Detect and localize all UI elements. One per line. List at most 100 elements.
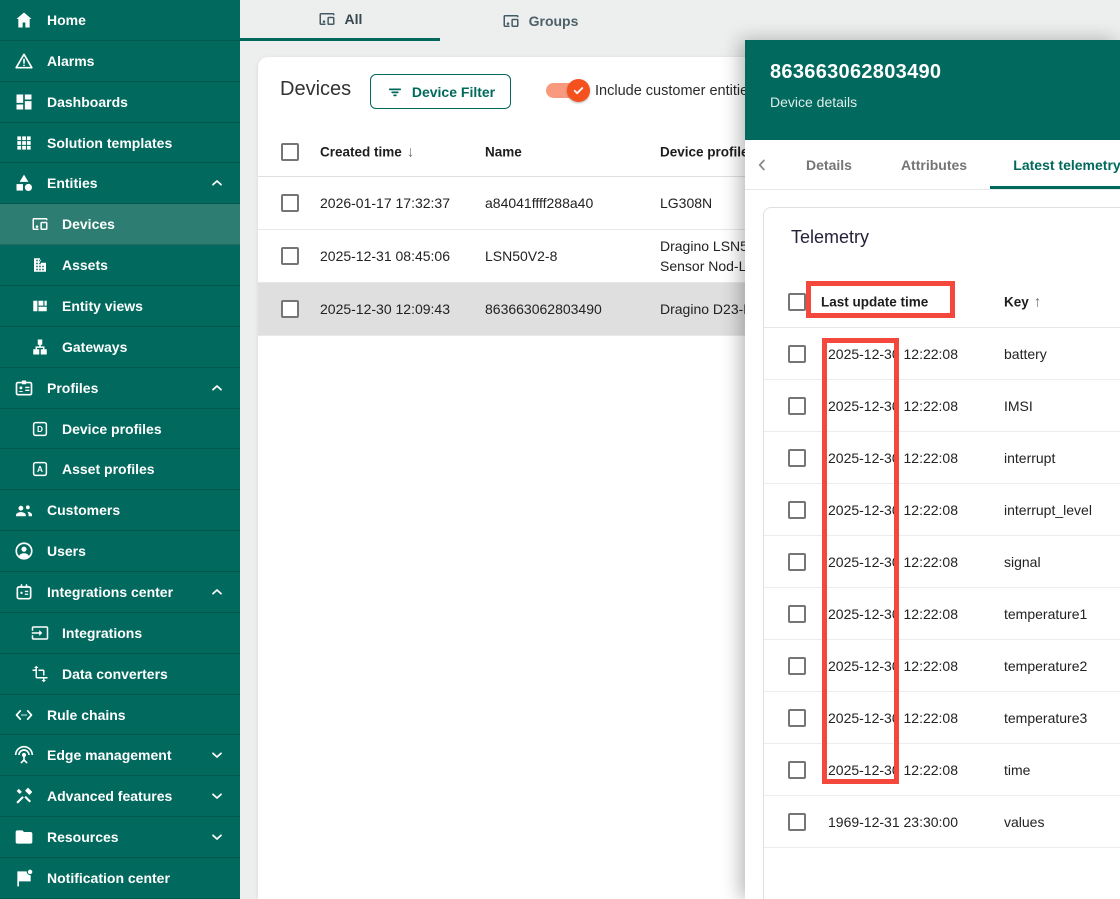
- column-header-name[interactable]: Name: [485, 145, 522, 160]
- row-checkbox[interactable]: [788, 657, 806, 675]
- sidebar-item-entities[interactable]: Entities: [0, 163, 240, 204]
- devices-tab-icon: [502, 12, 520, 30]
- tab-all[interactable]: All: [240, 0, 440, 41]
- tab-groups[interactable]: Groups: [440, 0, 640, 41]
- row-checkbox[interactable]: [788, 605, 806, 623]
- advanced-features-icon: [14, 786, 34, 806]
- include-customer-entities-label: Include customer entities: [595, 83, 755, 99]
- sidebar-item-label: Customers: [47, 502, 120, 518]
- sidebar-item-label: Asset profiles: [62, 461, 155, 477]
- svg-text:A: A: [37, 466, 43, 475]
- sidebar-item-advanced-features[interactable]: Advanced features: [0, 776, 240, 817]
- sidebar-item-integrations[interactable]: Integrations: [0, 613, 240, 654]
- chevron-down-icon: [209, 747, 225, 763]
- sidebar-item-label: Solution templates: [47, 135, 172, 151]
- row-checkbox[interactable]: [788, 345, 806, 363]
- cell-key: IMSI: [1004, 398, 1033, 414]
- solution-templates-icon: [14, 133, 34, 153]
- svg-text:D: D: [37, 425, 43, 434]
- toggle-thumb: [567, 79, 590, 102]
- sort-asc-icon: ↑: [1034, 293, 1042, 310]
- sidebar-item-label: Integrations: [62, 625, 142, 641]
- sidebar-item-label: Device profiles: [62, 421, 162, 437]
- telemetry-row[interactable]: 2025-12-30 12:22:08 temperature1: [764, 588, 1120, 640]
- assets-icon: [31, 256, 49, 274]
- sidebar-item-label: Notification center: [47, 870, 170, 886]
- dashboards-icon: [14, 92, 34, 112]
- telemetry-row[interactable]: 2025-12-30 12:22:08 temperature2: [764, 640, 1120, 692]
- telemetry-row[interactable]: 2025-12-30 12:22:08 temperature3: [764, 692, 1120, 744]
- sidebar-item-label: Gateways: [62, 339, 127, 355]
- sidebar-item-asset-profiles[interactable]: A Asset profiles: [0, 449, 240, 490]
- select-all-checkbox[interactable]: [281, 143, 299, 161]
- row-checkbox[interactable]: [788, 761, 806, 779]
- cell-last-update-time: 2025-12-30 12:22:08: [828, 502, 958, 518]
- sidebar-item-alarms[interactable]: Alarms: [0, 41, 240, 82]
- cell-last-update-time: 1969-12-31 23:30:00: [828, 814, 958, 830]
- cell-name: LSN50V2-8: [485, 248, 557, 264]
- sidebar-item-dashboards[interactable]: Dashboards: [0, 82, 240, 123]
- include-customer-entities-toggle[interactable]: [546, 83, 588, 98]
- users-icon: [14, 541, 34, 561]
- entities-icon: [14, 173, 34, 193]
- sidebar-item-rule-chains[interactable]: Rule chains: [0, 695, 240, 736]
- sidebar-item-entity-views[interactable]: Entity views: [0, 286, 240, 327]
- sidebar-item-label: Profiles: [47, 380, 98, 396]
- row-checkbox[interactable]: [788, 553, 806, 571]
- telemetry-row[interactable]: 2025-12-30 12:22:08 interrupt: [764, 432, 1120, 484]
- row-checkbox[interactable]: [788, 501, 806, 519]
- filter-icon: [386, 83, 404, 101]
- sidebar-item-gateways[interactable]: Gateways: [0, 327, 240, 368]
- home-icon: [14, 10, 34, 30]
- sidebar-item-device-profiles[interactable]: D Device profiles: [0, 409, 240, 450]
- device-filter-button[interactable]: Device Filter: [370, 74, 511, 109]
- chevron-up-icon: [209, 380, 225, 396]
- sidebar-item-label: Entities: [47, 175, 98, 191]
- sidebar: Home Alarms Dashboards Solution template…: [0, 0, 240, 899]
- row-checkbox[interactable]: [788, 813, 806, 831]
- sidebar-item-label: Resources: [47, 829, 119, 845]
- sidebar-item-home[interactable]: Home: [0, 0, 240, 41]
- telemetry-card: Telemetry Last update time Key↑ 2025-12-…: [763, 207, 1120, 899]
- cell-key: temperature1: [1004, 606, 1087, 622]
- sidebar-item-label: Edge management: [47, 747, 171, 763]
- select-all-checkbox[interactable]: [788, 293, 806, 311]
- sidebar-item-integrations-center[interactable]: Integrations center: [0, 572, 240, 613]
- telemetry-row[interactable]: 2025-12-30 12:22:08 interrupt_level: [764, 484, 1120, 536]
- sidebar-item-edge-management[interactable]: Edge management: [0, 735, 240, 776]
- chevron-left-icon[interactable]: [753, 156, 771, 174]
- tab-attributes[interactable]: Attributes: [895, 140, 973, 190]
- sidebar-item-label: Home: [47, 12, 86, 28]
- telemetry-row[interactable]: 2025-12-30 12:22:08 signal: [764, 536, 1120, 588]
- sidebar-item-users[interactable]: Users: [0, 531, 240, 572]
- sidebar-item-customers[interactable]: Customers: [0, 490, 240, 531]
- row-checkbox[interactable]: [788, 397, 806, 415]
- column-header-device-profile[interactable]: Device profile: [660, 145, 749, 160]
- telemetry-row[interactable]: 2025-12-30 12:22:08 battery: [764, 328, 1120, 380]
- sidebar-item-devices[interactable]: Devices: [0, 204, 240, 245]
- column-header-key[interactable]: Key↑: [1004, 293, 1041, 310]
- telemetry-row[interactable]: 2025-12-30 12:22:08 IMSI: [764, 380, 1120, 432]
- row-checkbox[interactable]: [788, 709, 806, 727]
- tab-details[interactable]: Details: [791, 140, 867, 190]
- telemetry-row[interactable]: 1969-12-31 23:30:00 values: [764, 796, 1120, 848]
- entity-views-icon: [31, 297, 49, 315]
- telemetry-row[interactable]: 2025-12-30 12:22:08 time: [764, 744, 1120, 796]
- row-checkbox[interactable]: [788, 449, 806, 467]
- column-header-last-update-time[interactable]: Last update time: [821, 294, 928, 309]
- sidebar-item-solution-templates[interactable]: Solution templates: [0, 123, 240, 164]
- tab-latest-telemetry[interactable]: Latest telemetry: [1011, 140, 1120, 190]
- sidebar-item-notification-center[interactable]: Notification center: [0, 858, 240, 899]
- sidebar-item-profiles[interactable]: Profiles: [0, 368, 240, 409]
- column-header-created-time[interactable]: Created time↓: [320, 144, 414, 161]
- row-checkbox[interactable]: [281, 300, 299, 318]
- integrations-center-icon: [14, 582, 34, 602]
- gateways-icon: [31, 338, 49, 356]
- device-details-tabs: Details Attributes Latest telemetry: [745, 140, 1120, 190]
- sidebar-item-data-converters[interactable]: Data converters: [0, 654, 240, 695]
- sidebar-item-resources[interactable]: Resources: [0, 817, 240, 858]
- row-checkbox[interactable]: [281, 194, 299, 212]
- devices-tab-icon: [318, 10, 336, 28]
- sidebar-item-assets[interactable]: Assets: [0, 245, 240, 286]
- row-checkbox[interactable]: [281, 247, 299, 265]
